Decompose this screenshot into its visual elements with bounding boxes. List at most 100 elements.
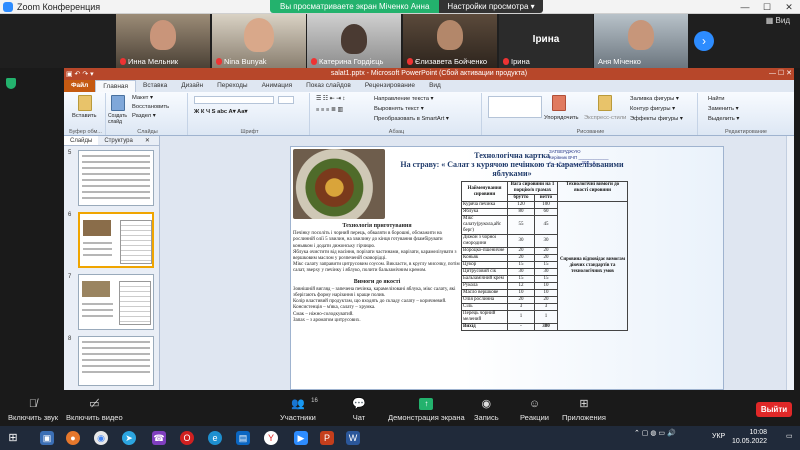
tab-insert[interactable]: Вставка <box>136 80 174 92</box>
record-button[interactable]: ◉ Запись <box>474 398 499 422</box>
tab-home[interactable]: Главная <box>95 80 137 92</box>
edge-icon[interactable]: e <box>208 431 222 445</box>
store-icon[interactable]: ▤ <box>236 431 250 445</box>
tray-icons[interactable]: ⌃ ▢ ◍ ▭ 🔊 <box>634 429 676 437</box>
participant-name: Ірина <box>511 57 530 66</box>
replace-button[interactable]: Заменить ▾ <box>708 106 739 112</box>
gross-weight-cell: 20 <box>507 254 535 262</box>
view-mode-button[interactable]: ▦ Вид <box>766 16 790 25</box>
participant-tile[interactable]: Ірина Ірина <box>499 14 593 68</box>
opera-icon[interactable]: O <box>180 431 194 445</box>
align-buttons[interactable]: ≡ ≡ ≡ ≣ ▥ <box>316 107 343 113</box>
find-button[interactable]: Найти <box>708 96 725 102</box>
slide-thumbnail[interactable] <box>78 274 154 330</box>
new-slide-icon[interactable] <box>111 95 125 111</box>
input-language[interactable]: УКР <box>712 433 725 440</box>
font-size-input[interactable] <box>278 96 294 104</box>
windows-start-icon[interactable]: ⊞ <box>6 431 20 445</box>
ppt-window-controls[interactable]: — ☐ ✕ <box>769 68 792 80</box>
explorer-icon[interactable]: ▣ <box>40 431 54 445</box>
tab-design[interactable]: Дизайн <box>174 80 210 92</box>
convert-smartart-button[interactable]: Преобразовать в SmartArt ▾ <box>374 116 449 122</box>
participant-name: Nina Bunyak <box>224 57 267 66</box>
participant-tile-active[interactable]: Аня Міченко <box>594 14 688 68</box>
tab-slides[interactable]: Слайды <box>64 136 99 145</box>
ingredients-table[interactable]: Найменування сировини Вага сировини на 1… <box>461 181 628 331</box>
list-buttons[interactable]: ☰ ☷ ⇤ ⇥ ↕ <box>316 96 345 102</box>
unmute-button[interactable]: 🎙̸ Включить звук <box>8 398 58 422</box>
slide-thumbnail[interactable] <box>78 336 154 386</box>
tab-view[interactable]: Вид <box>422 80 448 92</box>
yandex-icon[interactable]: Y <box>264 431 278 445</box>
shape-fill-button[interactable]: Заливка фигуры ▾ <box>630 96 679 102</box>
minimize-icon[interactable]: — <box>734 0 756 14</box>
technology-text-box[interactable]: Технологія приготування Печінку посоліть… <box>293 221 461 324</box>
maximize-icon[interactable]: ☐ <box>756 0 778 14</box>
select-button[interactable]: Выделить ▾ <box>708 116 739 122</box>
paste-button[interactable]: Вставить <box>72 113 97 119</box>
view-options-button[interactable]: Настройки просмотра ▾ <box>439 0 543 13</box>
slide-thumbnail[interactable] <box>78 150 154 206</box>
next-page-arrow-icon[interactable]: › <box>694 31 714 51</box>
participant-tile[interactable]: Катерина Гордієць <box>307 14 401 68</box>
align-text-button[interactable]: Выровнять текст ▾ <box>374 106 424 112</box>
firefox-icon[interactable]: ● <box>66 431 80 445</box>
arrange-icon[interactable] <box>552 95 566 111</box>
font-name-input[interactable] <box>194 96 274 104</box>
arrange-button[interactable]: Упорядочить <box>544 115 579 121</box>
participants-button[interactable]: 👥 16 Участники <box>280 398 318 422</box>
layout-button[interactable]: Макет ▾ <box>132 95 153 101</box>
gross-weight-cell: 20 <box>507 296 535 304</box>
word-icon[interactable]: W <box>346 431 360 445</box>
tab-slideshow[interactable]: Показ слайдов <box>299 80 358 92</box>
slide-thumbnail-selected[interactable] <box>78 212 154 268</box>
chat-button[interactable]: 💬 Чат <box>352 398 366 422</box>
leave-button[interactable]: Выйти <box>756 402 792 417</box>
chrome-icon[interactable]: ◉ <box>94 431 108 445</box>
apps-button[interactable]: ⊞ Приложения <box>562 398 606 422</box>
font-format-buttons[interactable]: Ж К Ч S abc A▾ Aa▾ <box>194 109 247 115</box>
slide-editor-area[interactable]: Технологічна картка На страву: « Салат з… <box>160 136 794 390</box>
tab-animation[interactable]: Анимация <box>255 80 300 92</box>
new-slide-button[interactable]: Создать слайд <box>108 113 128 125</box>
current-slide[interactable]: Технологічна картка На страву: « Салат з… <box>290 146 724 390</box>
participant-tile[interactable]: Инна Мельник <box>116 14 210 68</box>
paste-icon[interactable] <box>78 95 92 111</box>
net-weight-cell: 20 <box>533 254 559 262</box>
notifications-icon[interactable]: ▭ <box>786 432 793 440</box>
gross-weight-cell: 120 <box>507 201 535 209</box>
mic-off-icon: 🎙̸ <box>28 398 38 410</box>
quick-styles-button[interactable]: Экспресс-стили <box>584 115 626 121</box>
shape-effects-button[interactable]: Эффекты фигуры ▾ <box>630 116 683 122</box>
zoom-taskbar-icon[interactable]: ▶ <box>294 431 308 445</box>
telegram-icon[interactable]: ➤ <box>122 431 136 445</box>
viber-icon[interactable]: ☎ <box>152 431 166 445</box>
quick-styles-icon[interactable] <box>598 95 612 111</box>
shape-outline-button[interactable]: Контур фигуры ▾ <box>630 106 675 112</box>
text-direction-button[interactable]: Направление текста ▾ <box>374 96 433 102</box>
gross-weight-cell: 55 <box>507 215 535 235</box>
start-video-button[interactable]: ▭̸ Включить видео <box>66 398 123 422</box>
participant-tile[interactable]: Nina Bunyak <box>212 14 306 68</box>
tab-review[interactable]: Рецензирование <box>358 80 422 92</box>
share-screen-button[interactable]: ↑ Демонстрация экрана <box>388 398 465 422</box>
shapes-gallery[interactable] <box>488 96 542 118</box>
drawing-group: Упорядочить Экспресс-стили Заливка фигур… <box>484 93 698 135</box>
participant-tile[interactable]: Єлизавета Бойченко <box>403 14 497 68</box>
reset-button[interactable]: Восстановить <box>132 104 169 110</box>
gross-weight-cell: 15 <box>507 275 535 283</box>
taskbar-clock[interactable]: 10:08 10.05.2022 <box>732 428 767 446</box>
section-button[interactable]: Раздел ▾ <box>132 113 156 119</box>
tab-transitions[interactable]: Переходы <box>210 80 255 92</box>
powerpoint-icon[interactable]: P <box>320 431 334 445</box>
ingredient-name-cell: Куряча печінка <box>461 201 508 209</box>
panel-close-icon[interactable]: ✕ <box>139 136 156 145</box>
tab-file[interactable]: Файл <box>64 80 96 92</box>
vertical-scrollbar[interactable] <box>786 136 794 390</box>
tab-outline[interactable]: Структура <box>98 136 138 145</box>
muted-mic-icon <box>503 58 509 65</box>
muted-mic-icon <box>311 58 317 65</box>
zoom-logo-icon <box>3 1 13 12</box>
reactions-button[interactable]: ☺ Реакции <box>520 398 549 422</box>
close-icon[interactable]: ✕ <box>778 0 800 14</box>
